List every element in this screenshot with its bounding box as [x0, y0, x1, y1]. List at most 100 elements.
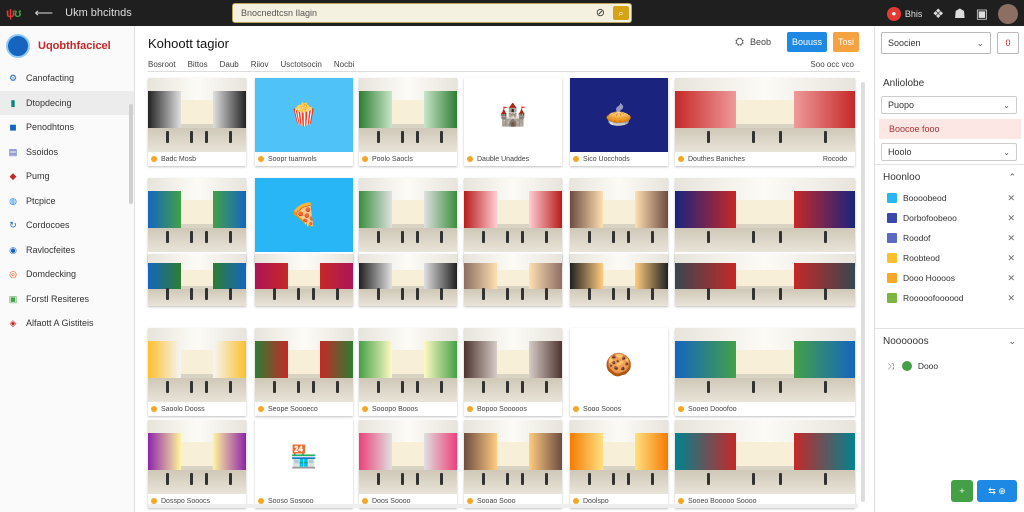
image-card[interactable]: Doos Soooo	[359, 420, 457, 508]
window-icon[interactable]: ▣	[976, 6, 988, 22]
image-card[interactable]: Bopoo Sooooos	[464, 328, 562, 416]
search-input[interactable]: Bnocnedtcsn Ilagin	[241, 8, 317, 18]
header-label[interactable]: Beob	[750, 37, 771, 47]
avatar[interactable]	[998, 4, 1018, 24]
grid-scrollbar[interactable]	[861, 82, 865, 502]
filter-tab-3[interactable]: Riiov	[251, 60, 269, 69]
tag-label: Rooooofoooood	[903, 293, 964, 303]
image-card[interactable]: Doopiftlrrees	[464, 178, 562, 266]
section-select[interactable]: Soocien ⌄	[881, 32, 991, 54]
close-icon[interactable]: ✕	[1007, 233, 1015, 244]
section-title-notes: Noooooos	[883, 336, 929, 347]
toggle-row[interactable]: ⤨ Dooo	[887, 358, 1015, 374]
secondary-button[interactable]: Tosi	[833, 32, 859, 52]
help-button[interactable]: 0	[997, 32, 1019, 54]
add-button[interactable]: +	[951, 480, 973, 502]
tag-item[interactable]: Dorbofoobeoo ✕	[887, 210, 1015, 226]
image-card[interactable]	[148, 254, 246, 306]
primary-button[interactable]: Bouuss	[787, 32, 827, 52]
tag-item[interactable]: Roodof ✕	[887, 230, 1015, 246]
image-card[interactable]: 🍪 Sooo Sooos	[570, 328, 668, 416]
image-card[interactable]	[464, 254, 562, 306]
filter-tab-5[interactable]: Nocbi	[334, 60, 354, 69]
close-icon[interactable]: ✕	[1007, 193, 1015, 204]
sidebar-item-4[interactable]: ◆ Pumg	[0, 164, 134, 189]
close-icon[interactable]: ✕	[1007, 253, 1015, 264]
image-card[interactable]: Sooeo Dooofoo	[675, 328, 855, 416]
grid-hscrollbar[interactable]	[148, 504, 858, 508]
dropdown-field-2[interactable]: Hoolo ⌄	[881, 143, 1017, 161]
back-arrow-icon[interactable]: ⟵	[35, 5, 54, 21]
tag-item[interactable]: Dooo Hoooos ✕	[887, 270, 1015, 286]
image-card[interactable]	[570, 254, 668, 306]
star-icon	[258, 156, 264, 162]
sidebar-item-2[interactable]: ◼ Penodhtons	[0, 115, 134, 140]
image-card[interactable]: Badc Mosb	[148, 78, 246, 166]
tag-item[interactable]: Boooobeod ✕	[887, 190, 1015, 206]
tag-item[interactable]: Roobteod ✕	[887, 250, 1015, 266]
sidebar-item-9[interactable]: ▣ Forstl Resiteres	[0, 287, 134, 312]
sidebar-item-3[interactable]: ▤ Ssoidos	[0, 140, 134, 165]
filter-tab-4[interactable]: Usctotsocin	[281, 60, 322, 69]
image-card[interactable]: Ssoofsee FooollegBlotos	[675, 178, 855, 266]
image-card[interactable]: Dooc Sinbon	[359, 178, 457, 266]
thumbnail-image	[359, 178, 457, 252]
dropdown-field-1[interactable]: Puopo ⌄	[881, 96, 1017, 114]
image-card[interactable]	[675, 254, 855, 306]
image-card[interactable]: 🍿 Soopr tuamvols	[255, 78, 353, 166]
image-card[interactable]: 🥧 Sico Uocchods	[570, 78, 668, 166]
image-card[interactable]: 🍕Seooloi Sasnrbedl	[255, 178, 353, 266]
sidebar-item-icon: ◉	[9, 244, 17, 255]
sync-button[interactable]: ⇆ ⊕	[977, 480, 1017, 502]
image-card[interactable]: 🏪 Sooso Sosooo	[255, 420, 353, 508]
filter-right-label[interactable]: Soo occ vco	[810, 60, 854, 69]
section-title-tags: Hoonloo	[883, 172, 921, 183]
filter-tab-2[interactable]: Daub	[220, 60, 239, 69]
close-icon[interactable]: ✕	[1007, 293, 1015, 304]
help-icon[interactable]: ❖	[932, 6, 944, 22]
image-card[interactable]: Seope Soooeco	[255, 328, 353, 416]
sidebar-item-0[interactable]: ⚙ Canofacting	[0, 66, 134, 91]
profile-avatar[interactable]	[6, 34, 30, 58]
image-card[interactable]: Saoolo Dooss	[148, 328, 246, 416]
settings-icon[interactable]: ☗	[954, 6, 966, 22]
notification-icon[interactable]: ●	[886, 7, 901, 21]
image-card[interactable]: Sooeo Booooo Soooo	[675, 420, 855, 508]
image-card[interactable]	[359, 254, 457, 306]
sidebar-item-6[interactable]: ↻ Cordocoes	[0, 213, 134, 238]
share-icon[interactable]: ⛭	[735, 36, 744, 49]
chevron-up-icon[interactable]: ⌃	[1008, 172, 1016, 183]
card-caption: Douthes Baniches Rocodo	[675, 152, 855, 166]
thumbnail-image	[148, 420, 246, 494]
close-icon[interactable]: ✕	[1007, 273, 1015, 284]
image-card[interactable]: Dugola Boafit	[148, 178, 246, 266]
image-card[interactable]: Dosspo Sooocs	[148, 420, 246, 508]
image-card[interactable]: 🏰 Dauble Unaddes	[464, 78, 562, 166]
search-bar[interactable]: Bnocnedtcsn Ilagin ⊘ ⌕	[232, 3, 632, 23]
tag-label: Roodof	[903, 233, 931, 243]
image-card[interactable]: Sooopo Booos	[359, 328, 457, 416]
image-card[interactable]: Sooao Sooo	[464, 420, 562, 508]
image-card[interactable]: Doolspo	[570, 420, 668, 508]
sidebar-item-10[interactable]: ◈ Alfaott A Gistiteis	[0, 311, 134, 336]
sidebar-item-label: Cordocoes	[26, 220, 70, 231]
image-card[interactable]: Ptcoriib lorsl	[570, 178, 668, 266]
sidebar-item-5[interactable]: ◍ Ptcpice	[0, 189, 134, 214]
filter-tab-1[interactable]: Bittos	[188, 60, 208, 69]
clear-search-icon[interactable]: ⊘	[596, 6, 605, 19]
thumbnail-image	[464, 254, 562, 306]
tag-item[interactable]: Rooooofoooood ✕	[887, 290, 1015, 306]
close-icon[interactable]: ✕	[1007, 213, 1015, 224]
image-card[interactable]: Poolo Saocls	[359, 78, 457, 166]
sidebar-item-7[interactable]: ◉ Ravlocfeites	[0, 238, 134, 263]
chevron-down-icon[interactable]: ⌄	[1008, 336, 1016, 347]
sidebar-item-8[interactable]: ◎ Domdecking	[0, 262, 134, 287]
sidebar-scrollbar[interactable]	[129, 104, 133, 204]
star-icon	[258, 406, 264, 412]
highlighted-option[interactable]: Boocoe fooo	[879, 119, 1021, 139]
image-card[interactable]	[255, 254, 353, 306]
search-button[interactable]: ⌕	[613, 6, 629, 20]
filter-tab-0[interactable]: Bosroot	[148, 60, 176, 69]
sidebar-item-1[interactable]: ▮ Dtopdecing	[0, 90, 134, 115]
image-card[interactable]: Douthes Baniches Rocodo	[675, 78, 855, 166]
